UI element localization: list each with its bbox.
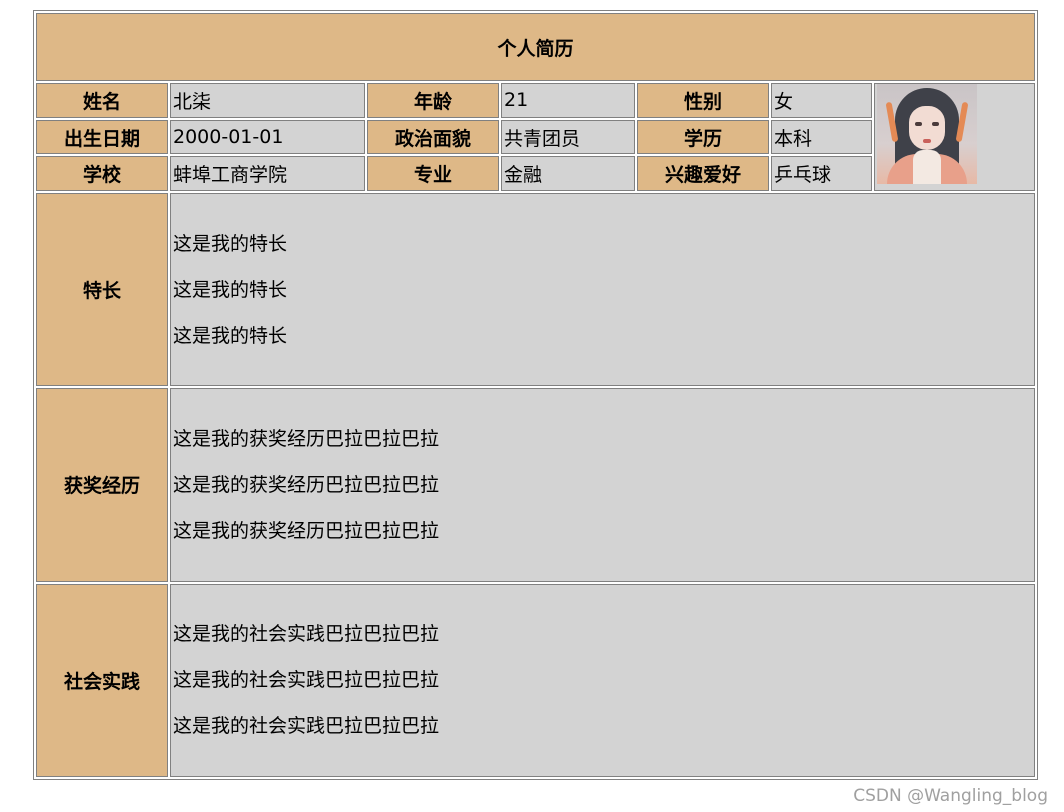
social-practice-line: 这是我的社会实践巴拉巴拉巴拉 — [173, 715, 440, 738]
social-practice-content: 这是我的社会实践巴拉巴拉巴拉 这是我的社会实践巴拉巴拉巴拉 这是我的社会实践巴拉… — [170, 583, 1036, 777]
awards-label: 获奖经历 — [36, 388, 168, 582]
major-value: 金融 — [501, 156, 635, 191]
section-row: 获奖经历 这是我的获奖经历巴拉巴拉巴拉 这是我的获奖经历巴拉巴拉巴拉 这是我的获… — [36, 388, 1036, 582]
social-practice-label: 社会实践 — [36, 583, 168, 777]
specialty-line: 这是我的特长 — [173, 232, 288, 255]
major-label: 专业 — [367, 156, 499, 191]
name-label: 姓名 — [36, 83, 168, 118]
school-value: 蚌埠工商学院 — [170, 156, 365, 191]
age-label: 年龄 — [367, 83, 499, 118]
portrait-photo — [877, 84, 977, 185]
school-label: 学校 — [36, 156, 168, 191]
hobby-value: 乒乓球 — [771, 156, 872, 191]
page-title: 个人简历 — [36, 13, 1036, 82]
photo-cell — [874, 83, 1036, 191]
resume-table: 个人简历 姓名 北柒 年龄 21 性别 女 出生日期 2000-01-01 政治… — [33, 10, 1039, 780]
watermark-text: CSDN @Wangling_blog — [853, 786, 1048, 806]
gender-value: 女 — [771, 83, 872, 118]
section-row: 社会实践 这是我的社会实践巴拉巴拉巴拉 这是我的社会实践巴拉巴拉巴拉 这是我的社… — [36, 583, 1036, 777]
education-value: 本科 — [771, 119, 872, 155]
social-practice-line: 这是我的社会实践巴拉巴拉巴拉 — [173, 669, 440, 692]
specialty-line: 这是我的特长 — [173, 324, 288, 347]
hobby-label: 兴趣爱好 — [637, 156, 769, 191]
specialty-content: 这是我的特长 这是我的特长 这是我的特长 — [170, 192, 1036, 387]
info-row: 姓名 北柒 年龄 21 性别 女 — [36, 83, 1036, 191]
education-label: 学历 — [637, 119, 769, 155]
awards-line: 这是我的获奖经历巴拉巴拉巴拉 — [173, 519, 440, 542]
political-status-label: 政治面貌 — [367, 119, 499, 155]
awards-line: 这是我的获奖经历巴拉巴拉巴拉 — [173, 473, 440, 496]
gender-label: 性别 — [637, 83, 769, 118]
specialty-label: 特长 — [36, 192, 168, 387]
awards-content: 这是我的获奖经历巴拉巴拉巴拉 这是我的获奖经历巴拉巴拉巴拉 这是我的获奖经历巴拉… — [170, 388, 1036, 582]
age-value: 21 — [501, 83, 635, 118]
political-status-value: 共青团员 — [501, 119, 635, 155]
section-row: 特长 这是我的特长 这是我的特长 这是我的特长 — [36, 192, 1036, 387]
birthdate-label: 出生日期 — [36, 119, 168, 155]
specialty-line: 这是我的特长 — [173, 278, 288, 301]
awards-line: 这是我的获奖经历巴拉巴拉巴拉 — [173, 427, 440, 450]
social-practice-line: 这是我的社会实践巴拉巴拉巴拉 — [173, 623, 440, 646]
birthdate-value: 2000-01-01 — [170, 119, 365, 155]
name-value: 北柒 — [170, 83, 365, 118]
